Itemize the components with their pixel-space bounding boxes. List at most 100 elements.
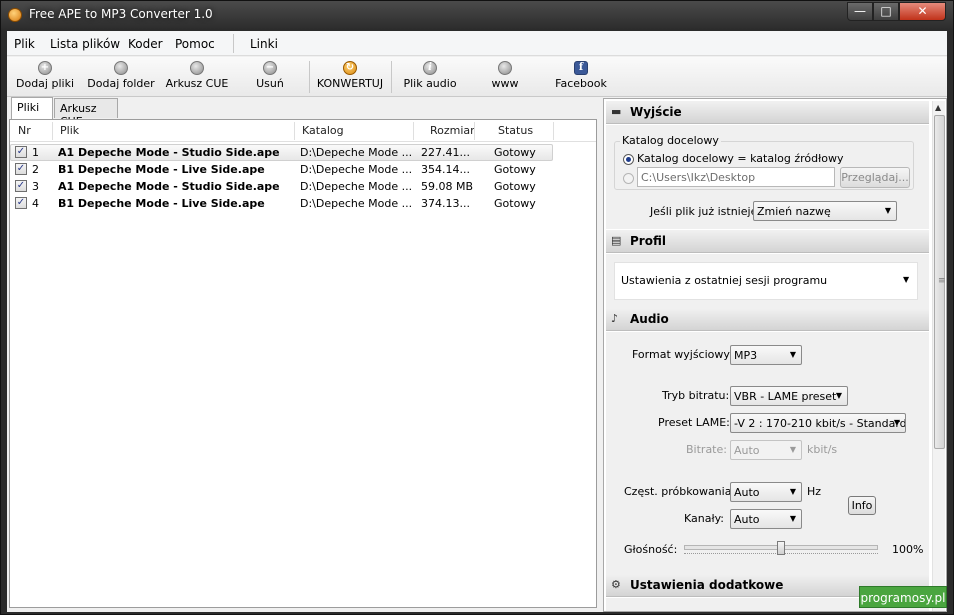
radio-same-as-source-label[interactable]: Katalog docelowy = katalog źródłowy — [637, 152, 843, 165]
lame-preset-label: Preset LAME: — [658, 416, 730, 429]
minus-icon: − — [263, 61, 277, 75]
app-window: Free APE to MP3 Converter 1.0 — □ ✕ Plik… — [0, 0, 954, 615]
chevron-down-icon: ▼ — [789, 445, 796, 454]
profile-select[interactable]: Ustawienia z ostatniej sesji programu ▼ — [614, 262, 918, 300]
menu-item-koder[interactable]: Koder — [128, 37, 163, 51]
add-files-label: Dodaj pliki — [16, 77, 74, 90]
radio-same-as-source[interactable] — [623, 154, 634, 165]
minimize-button[interactable]: — — [847, 2, 873, 21]
column-rozmiar[interactable]: Rozmiar — [430, 124, 475, 137]
column-divider[interactable] — [474, 122, 475, 140]
remove-button[interactable]: − Usuń — [247, 59, 293, 95]
menu-item-linki[interactable]: Linki — [250, 37, 278, 51]
menu-item-lista-plikow[interactable]: Lista plików — [50, 37, 120, 51]
section-audio-title: Audio — [630, 312, 669, 326]
row-checkbox[interactable]: ✓ — [15, 197, 27, 209]
browse-button[interactable]: Przeglądaj... — [840, 167, 910, 188]
title-bar[interactable]: Free APE to MP3 Converter 1.0 — □ ✕ — [1, 1, 953, 29]
www-button[interactable]: www — [485, 59, 525, 95]
tab-arkusz-cue[interactable]: Arkusz CUE — [54, 98, 118, 128]
bitrate-select[interactable]: Auto ▼ — [730, 440, 802, 460]
window-title: Free APE to MP3 Converter 1.0 — [29, 7, 213, 21]
section-profile-header[interactable]: ▤ Profil — [606, 230, 929, 253]
volume-slider-thumb[interactable] — [777, 541, 785, 555]
convert-icon: ↻ — [343, 61, 357, 75]
row-checkbox[interactable]: ✓ — [15, 180, 27, 192]
if-exists-select[interactable]: Zmień nazwę ▼ — [753, 201, 897, 221]
add-folder-button[interactable]: Dodaj folder — [85, 59, 157, 95]
section-audio-header[interactable]: ♪ Audio — [606, 308, 929, 331]
cue-sheet-button[interactable]: Arkusz CUE — [163, 59, 231, 95]
table-row[interactable]: ✓ 3 A1 Depeche Mode - Studio Side.ape D:… — [10, 178, 596, 195]
row-dir: D:\Depeche Mode ... — [300, 180, 413, 193]
target-path-input[interactable]: C:\Users\Ikz\Desktop — [637, 167, 835, 187]
channels-select[interactable]: Auto ▼ — [730, 509, 802, 529]
samplerate-select[interactable]: Auto ▼ — [730, 482, 802, 502]
format-label: Format wyjściowy: — [632, 348, 733, 361]
column-divider[interactable] — [52, 122, 53, 140]
column-katalog[interactable]: Katalog — [302, 124, 344, 137]
toolbar-separator — [309, 61, 310, 93]
radio-custom-dir[interactable] — [623, 173, 634, 184]
toolbar-separator — [391, 61, 392, 93]
table-row[interactable]: ✓ 1 A1 Depeche Mode - Studio Side.ape D:… — [10, 144, 596, 161]
facebook-button[interactable]: f Facebook — [553, 59, 609, 95]
remove-label: Usuń — [256, 77, 284, 90]
format-select[interactable]: MP3 ▼ — [730, 345, 802, 365]
bitrate-value: Auto — [734, 444, 760, 457]
facebook-label: Facebook — [555, 77, 607, 90]
scroll-up-icon[interactable]: ▲ — [935, 103, 941, 112]
column-nr[interactable]: Nr — [18, 124, 31, 137]
bitrate-mode-label: Tryb bitratu: — [662, 389, 730, 402]
column-plik[interactable]: Plik — [60, 124, 79, 137]
row-dir: D:\Depeche Mode ... — [300, 163, 413, 176]
gear-icon: ⚙ — [611, 578, 621, 591]
tab-pliki[interactable]: Pliki — [11, 97, 53, 119]
chevron-down-icon: ▼ — [789, 487, 796, 496]
row-status: Gotowy — [494, 180, 536, 193]
info-icon: i — [423, 61, 437, 75]
table-row[interactable]: ✓ 2 B1 Depeche Mode - Live Side.ape D:\D… — [10, 161, 596, 178]
table-row[interactable]: ✓ 4 B1 Depeche Mode - Live Side.ape D:\D… — [10, 195, 596, 212]
row-checkbox[interactable]: ✓ — [15, 146, 27, 158]
audio-file-button[interactable]: i Plik audio — [403, 59, 457, 95]
bitrate-mode-select[interactable]: VBR - LAME preset ▼ — [730, 386, 848, 406]
column-divider[interactable] — [553, 122, 554, 140]
format-value: MP3 — [734, 349, 758, 362]
chevron-down-icon: ▼ — [903, 275, 910, 284]
settings-scrollbar[interactable]: ▲ ≡ ▼ — [932, 101, 946, 611]
row-nr: 4 — [32, 197, 39, 210]
row-status: Gotowy — [494, 146, 536, 159]
plus-icon: + — [38, 61, 52, 75]
audio-file-label: Plik audio — [403, 77, 457, 90]
menu-item-pomoc[interactable]: Pomoc — [175, 37, 215, 51]
row-file: B1 Depeche Mode - Live Side.ape — [58, 163, 265, 176]
toolbar: + Dodaj pliki Dodaj folder Arkusz CUE − … — [7, 57, 947, 97]
maximize-button[interactable]: □ — [873, 2, 899, 21]
add-files-button[interactable]: + Dodaj pliki — [15, 59, 75, 95]
list-icon: ▤ — [611, 234, 622, 247]
app-logo-icon — [8, 8, 22, 22]
lame-preset-select[interactable]: -V 2 : 170-210 kbit/s - Standard ▼ — [730, 413, 906, 433]
column-divider[interactable] — [294, 122, 295, 140]
column-status[interactable]: Status — [498, 124, 533, 137]
home-icon — [498, 61, 512, 75]
row-checkbox[interactable]: ✓ — [15, 163, 27, 175]
column-divider[interactable] — [413, 122, 414, 140]
menu-item-plik[interactable]: Plik — [14, 37, 35, 51]
row-size: 227.41... — [421, 146, 470, 159]
convert-button[interactable]: ↻ KONWERTUJ — [315, 59, 385, 95]
bitrate-mode-value: VBR - LAME preset — [734, 390, 837, 403]
cue-sheet-icon — [190, 61, 204, 75]
section-output-header[interactable]: ▬ Wyjście — [606, 101, 929, 124]
row-nr: 1 — [32, 146, 39, 159]
chevron-down-icon: ▼ — [835, 391, 842, 400]
close-button[interactable]: ✕ — [899, 2, 946, 21]
watermark-logo: programosy.pl — [859, 586, 947, 608]
info-button[interactable]: Info — [848, 496, 876, 515]
scrollbar-thumb[interactable]: ≡ — [934, 115, 946, 449]
samplerate-unit: Hz — [807, 485, 822, 498]
file-list[interactable]: Nr Plik Katalog Rozmiar Status ✓ 1 A1 De… — [9, 119, 597, 608]
www-label: www — [491, 77, 519, 90]
row-file: A1 Depeche Mode - Studio Side.ape — [58, 180, 280, 193]
